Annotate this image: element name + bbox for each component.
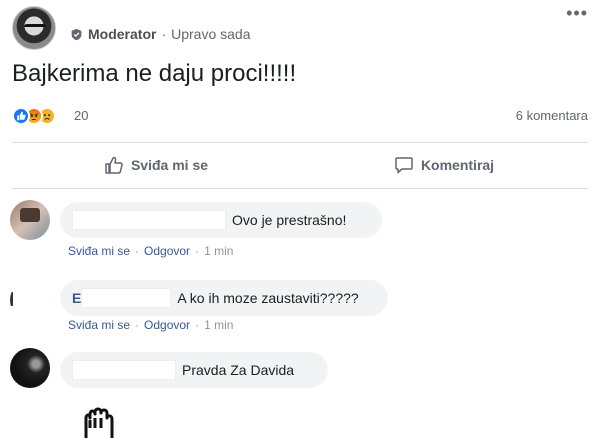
commenter-name[interactable]: E — [72, 290, 81, 306]
author-avatar[interactable] — [12, 6, 56, 50]
comment-count-link[interactable]: 6 komentara — [516, 108, 588, 123]
comment-bubble: E A ko ih moze zaustaviti????? — [60, 280, 388, 316]
meta-separator: · — [161, 26, 167, 42]
comment-bubble: Ovo je prestrašno! — [60, 202, 382, 238]
separator: · — [135, 318, 140, 332]
post-meta: Moderator · Upravo sada — [70, 26, 251, 42]
more-options-icon[interactable]: ••• — [566, 4, 588, 22]
comment-button[interactable]: Komentiraj — [300, 144, 588, 186]
comment-text: Pravda Za Davida — [182, 362, 295, 378]
comment-like-link[interactable]: Sviđa mi se — [68, 318, 130, 332]
comment-text: A ko ih moze zaustaviti????? — [177, 290, 359, 306]
shield-icon — [71, 28, 82, 40]
commenter-avatar[interactable] — [10, 200, 50, 240]
comment-timestamp[interactable]: 1 min — [204, 318, 233, 332]
reaction-icons[interactable] — [12, 107, 56, 125]
fist-sticker-icon — [84, 407, 114, 438]
comment-reply-link[interactable]: Odgovor — [144, 318, 190, 332]
divider — [12, 188, 588, 189]
like-button[interactable]: Sviđa mi se — [12, 144, 300, 186]
comment-actions: Sviđa mi se · Odgovor · 1 min — [68, 318, 233, 332]
comment-timestamp[interactable]: 1 min — [204, 244, 233, 258]
reactions-bar: 20 6 komentara — [12, 106, 588, 126]
comment-actions: Sviđa mi se · Odgovor · 1 min — [68, 244, 233, 258]
post-timestamp[interactable]: Upravo sada — [171, 26, 250, 42]
comment-text: Ovo je prestrašno! — [232, 212, 347, 228]
comment-bubble: Pravda Za Davida — [60, 352, 328, 388]
commenter-name-redacted[interactable] — [81, 288, 172, 308]
comment-reply-link[interactable]: Odgovor — [144, 244, 190, 258]
post-text: Bajkerima ne daju proci!!!!! — [12, 60, 297, 87]
separator: · — [135, 244, 140, 258]
thumbs-up-icon — [105, 156, 123, 174]
commenter-name-redacted[interactable] — [72, 360, 176, 380]
post-action-bar: Sviđa mi se Komentiraj — [12, 144, 588, 186]
commenter-avatar[interactable] — [10, 348, 50, 388]
separator: · — [195, 318, 200, 332]
comment-like-link[interactable]: Sviđa mi se — [68, 244, 130, 258]
comment-button-label: Komentiraj — [420, 157, 495, 173]
reaction-count[interactable]: 20 — [74, 108, 88, 123]
author-role-badge[interactable]: Moderator — [88, 26, 156, 42]
separator: · — [195, 244, 200, 258]
like-button-label: Sviđa mi se — [130, 157, 209, 173]
divider — [12, 142, 588, 143]
like-icon — [12, 107, 30, 125]
post-header: Moderator · Upravo sada ••• — [12, 4, 588, 50]
commenter-avatar[interactable] — [10, 280, 50, 320]
speech-bubble-icon — [395, 157, 413, 174]
commenter-name-redacted[interactable] — [72, 210, 226, 230]
